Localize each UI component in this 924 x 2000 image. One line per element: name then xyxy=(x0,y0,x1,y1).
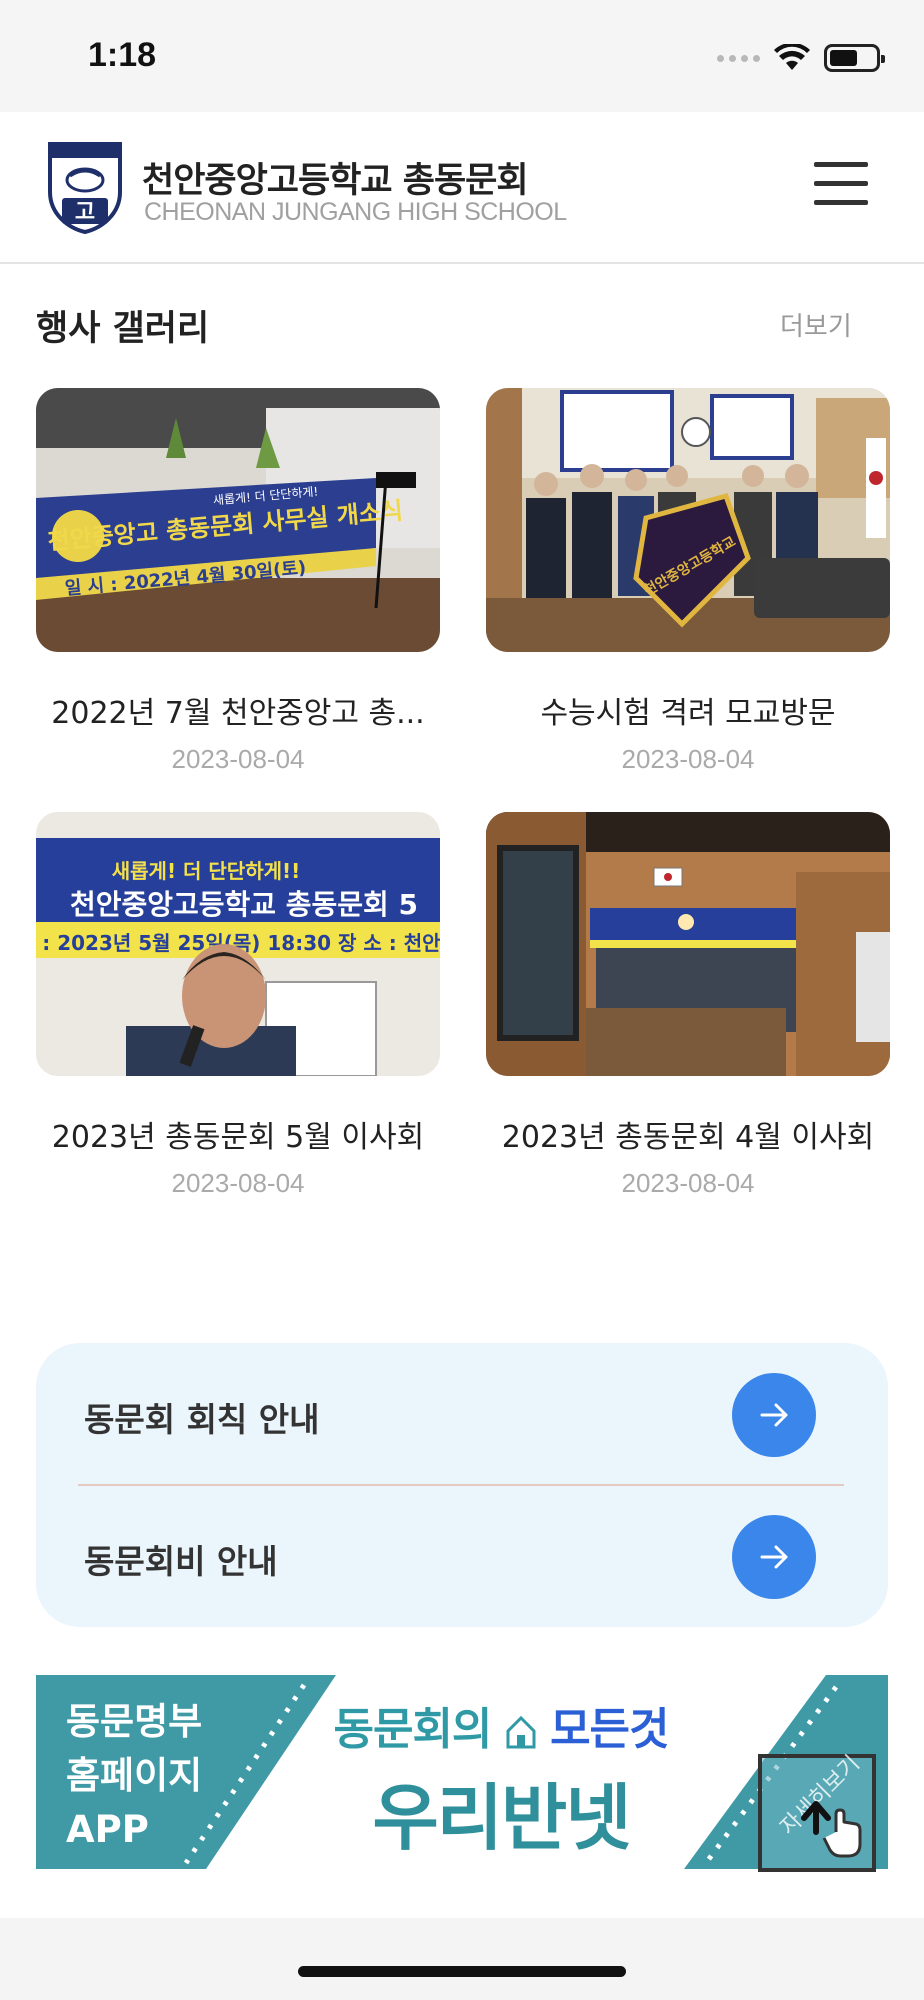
event-photo: 천안중앙고 총동문회 사무실 개소식 새롭게! 더 단단하게! 일 시 : 20… xyxy=(36,388,440,652)
home-icon xyxy=(506,1715,536,1749)
status-time: 1:18 xyxy=(88,36,157,74)
signal-icon xyxy=(717,54,760,62)
gallery-card[interactable]: 천안중앙고등학교 수능시험 격려 모교방문 2023-08-04 xyxy=(486,388,890,775)
banner-headline-b: 모든것 xyxy=(550,1704,669,1755)
gallery-title: 행사 갤러리 xyxy=(36,309,210,349)
logo-char: 고 xyxy=(75,200,95,225)
banner-line: APP xyxy=(66,1808,149,1851)
home-indicator[interactable] xyxy=(298,1966,626,1977)
info-link-rules[interactable]: 동문회 회칙 안내 xyxy=(36,1343,888,1485)
battery-icon xyxy=(824,44,885,72)
gallery-item-date: 2023-08-04 xyxy=(621,744,755,774)
banner-line: 홈페이지 xyxy=(66,1754,203,1797)
wifi-icon xyxy=(774,44,810,70)
gallery-item-title[interactable]: 수능시험 격려 모교방문 xyxy=(486,688,890,732)
arrow-right-button[interactable] xyxy=(732,1373,816,1457)
scroll-to-top-button[interactable]: 자세히보기 xyxy=(758,1751,876,1872)
arrow-right-button[interactable] xyxy=(732,1515,816,1599)
arrow-right-icon xyxy=(760,1545,788,1569)
gallery-thumbnail[interactable]: 천안중앙고등학교 xyxy=(486,388,890,652)
gallery-item-date: 2023-08-04 xyxy=(621,1168,755,1198)
gallery-card[interactable]: 새롭게! 더 단단하게!! 천안중앙고등학교 총동문회 5 일 시 : 2023… xyxy=(36,812,440,1199)
gallery-card[interactable]: 2023년 총동문회 4월 이사회 2023-08-04 xyxy=(486,812,890,1199)
school-name[interactable]: 천안중앙고등학교 총동문회 xyxy=(142,152,529,203)
banner-sign-text: 천안중앙고등학교 총동문회 5 xyxy=(70,888,418,921)
banner-brand: 우리반넷 xyxy=(372,1776,632,1860)
gallery-thumbnail[interactable]: 천안중앙고 총동문회 사무실 개소식 새롭게! 더 단단하게! 일 시 : 20… xyxy=(36,388,440,652)
hamburger-menu-icon[interactable] xyxy=(814,162,868,206)
event-photo: 천안중앙고등학교 xyxy=(486,388,890,652)
info-links-box: 동문회 회칙 안내 동문회비 안내 xyxy=(36,1343,888,1627)
gallery-item-title[interactable]: 2023년 총동문회 5월 이사회 xyxy=(36,1112,440,1156)
gallery-thumbnail[interactable]: 새롭게! 더 단단하게!! 천안중앙고등학교 총동문회 5 일 시 : 2023… xyxy=(36,812,440,1076)
school-logo-icon[interactable]: 고 xyxy=(46,140,124,234)
footer-area xyxy=(0,1918,924,2000)
info-link-fees[interactable]: 동문회비 안내 xyxy=(36,1485,888,1627)
status-bar: 1:18 xyxy=(0,0,924,112)
event-photo xyxy=(486,812,890,1076)
status-icons xyxy=(717,44,885,72)
event-photo: 새롭게! 더 단단하게!! 천안중앙고등학교 총동문회 5 일 시 : 2023… xyxy=(36,812,440,1076)
gallery-item-date: 2023-08-04 xyxy=(171,1168,305,1198)
gallery-item-title[interactable]: 2023년 총동문회 4월 이사회 xyxy=(486,1112,890,1156)
banner-headline-a: 동문회의 xyxy=(333,1704,492,1755)
arrow-right-icon xyxy=(760,1403,788,1427)
banner-line: 동문명부 xyxy=(66,1700,203,1743)
gallery-item-date: 2023-08-04 xyxy=(171,744,305,774)
banner-headline-top: 동문회의 모든것 xyxy=(296,1693,706,1757)
site-header: 고 천안중앙고등학교 총동문회 CHEONAN JUNGANG HIGH SCH… xyxy=(0,112,924,264)
banner-left-text: 동문명부 홈페이지 APP xyxy=(66,1695,202,1857)
info-link-label[interactable]: 동문회 회칙 안내 xyxy=(84,1393,320,1441)
gallery-thumbnail[interactable] xyxy=(486,812,890,1076)
banner-headline: 동문회의 모든것 우리반넷 xyxy=(296,1693,706,1864)
arrow-up-icon xyxy=(801,1801,862,1858)
gallery-item-title[interactable]: 2022년 7월 천안중앙고 총... xyxy=(36,688,440,732)
banner-slogan: 새롭게! 더 단단하게!! xyxy=(112,859,301,883)
info-link-label[interactable]: 동문회비 안내 xyxy=(84,1535,278,1583)
gallery-card[interactable]: 천안중앙고 총동문회 사무실 개소식 새롭게! 더 단단하게! 일 시 : 20… xyxy=(36,388,440,775)
gallery-more-link[interactable]: 더보기 xyxy=(780,306,852,343)
school-name-en: CHEONAN JUNGANG HIGH SCHOOL xyxy=(144,198,567,226)
